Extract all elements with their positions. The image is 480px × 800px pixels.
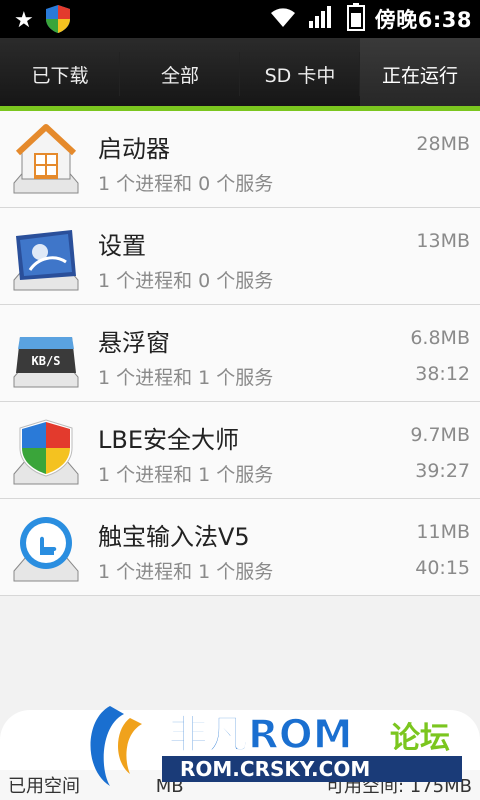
wifi-icon	[269, 5, 297, 33]
app-memory: 6.8MB	[410, 327, 470, 349]
star-icon: ★	[14, 8, 34, 33]
app-name: 悬浮窗	[98, 329, 170, 357]
list-item[interactable]: 设置 1 个进程和 0 个服务 13MB	[0, 208, 480, 305]
list-item[interactable]: 启动器 1 个进程和 0 个服务 28MB	[0, 111, 480, 208]
watermark-brand: 非凡ROM	[168, 712, 353, 758]
list-item[interactable]: 触宝输入法V5 1 个进程和 1 个服务 11MB 40:15	[0, 499, 480, 596]
app-name: 触宝输入法V5	[98, 523, 250, 551]
app-process-info: 1 个进程和 0 个服务	[98, 270, 274, 292]
launcher-icon	[10, 121, 82, 199]
app-name: 启动器	[98, 135, 170, 163]
status-bar: ★ 傍晚6:38	[0, 0, 480, 38]
list-item[interactable]: LBE安全大师 1 个进程和 1 个服务 9.7MB 39:27	[0, 402, 480, 499]
tab-bar: 已下载 全部 SD 卡中 正在运行	[0, 38, 480, 110]
app-process-info: 1 个进程和 1 个服务	[98, 464, 274, 486]
svg-text:KB/S: KB/S	[32, 354, 61, 368]
tab-all[interactable]: 全部	[120, 38, 240, 110]
list-item[interactable]: KB/S 悬浮窗 1 个进程和 1 个服务 6.8MB 38:12	[0, 305, 480, 402]
touchpal-icon	[10, 509, 82, 587]
app-run-time: 40:15	[415, 557, 470, 579]
app-process-info: 1 个进程和 1 个服务	[98, 561, 274, 583]
app-run-time: 39:27	[415, 460, 470, 482]
clock: 傍晚6:38	[374, 8, 472, 32]
app-memory: 11MB	[416, 521, 470, 543]
shield-icon	[44, 4, 72, 38]
tab-sd-card[interactable]: SD 卡中	[240, 38, 360, 110]
app-name: 设置	[98, 232, 146, 260]
app-name: LBE安全大师	[98, 426, 239, 454]
tab-downloaded[interactable]: 已下载	[0, 38, 120, 110]
app-memory: 13MB	[416, 230, 470, 252]
app-run-time: 38:12	[415, 363, 470, 385]
app-memory: 28MB	[416, 133, 470, 155]
signal-icon	[307, 4, 337, 34]
settings-icon	[10, 218, 82, 296]
lbe-shield-icon	[10, 412, 82, 490]
app-list: 启动器 1 个进程和 0 个服务 28MB 设置 1 个进程和 0 个服务 13…	[0, 111, 480, 596]
watermark-logo: 非凡ROM 论坛 ROM.CRSKY.COM	[90, 700, 480, 792]
watermark-suffix: 论坛	[390, 721, 450, 756]
watermark-url: ROM.CRSKY.COM	[180, 757, 370, 781]
app-memory: 9.7MB	[410, 424, 470, 446]
floating-window-icon: KB/S	[10, 315, 82, 393]
app-process-info: 1 个进程和 1 个服务	[98, 367, 274, 389]
tab-running[interactable]: 正在运行	[360, 38, 480, 110]
app-process-info: 1 个进程和 0 个服务	[98, 173, 274, 195]
battery-icon	[346, 3, 365, 35]
